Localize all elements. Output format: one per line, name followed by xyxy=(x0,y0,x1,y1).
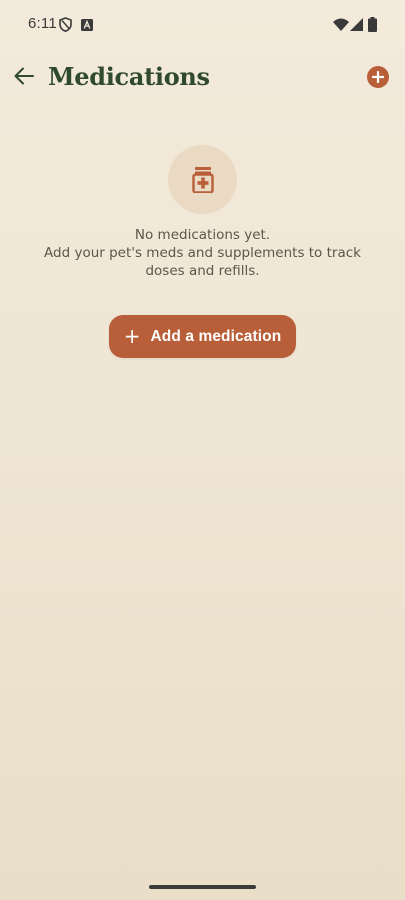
empty-state-icon-circle xyxy=(168,145,237,214)
plus-icon: + xyxy=(123,323,141,348)
battery-icon xyxy=(368,17,377,32)
empty-state-title: No medications yet. xyxy=(134,227,271,243)
add-medication-button[interactable]: + Add a medication xyxy=(109,315,296,358)
back-button[interactable] xyxy=(8,60,40,92)
add-medication-label: Add a medication xyxy=(150,327,282,345)
font-a-icon xyxy=(81,19,93,31)
page-title: Medications xyxy=(48,62,210,91)
home-indicator[interactable] xyxy=(149,885,256,889)
cell-signal-icon xyxy=(350,18,363,31)
arrow-back-icon xyxy=(14,67,34,85)
status-bar: 6:11 xyxy=(0,0,405,48)
shield-icon xyxy=(59,17,72,32)
add-medication-top-button[interactable] xyxy=(367,66,389,88)
medicine-bottle-icon xyxy=(191,166,214,193)
plus-circle-icon xyxy=(372,71,384,83)
empty-state-description: Add your pet's meds and supplements to t… xyxy=(44,245,361,279)
wifi-icon xyxy=(333,18,349,31)
status-time: 6:11 xyxy=(28,15,57,32)
app-bar: Medications xyxy=(0,52,405,102)
